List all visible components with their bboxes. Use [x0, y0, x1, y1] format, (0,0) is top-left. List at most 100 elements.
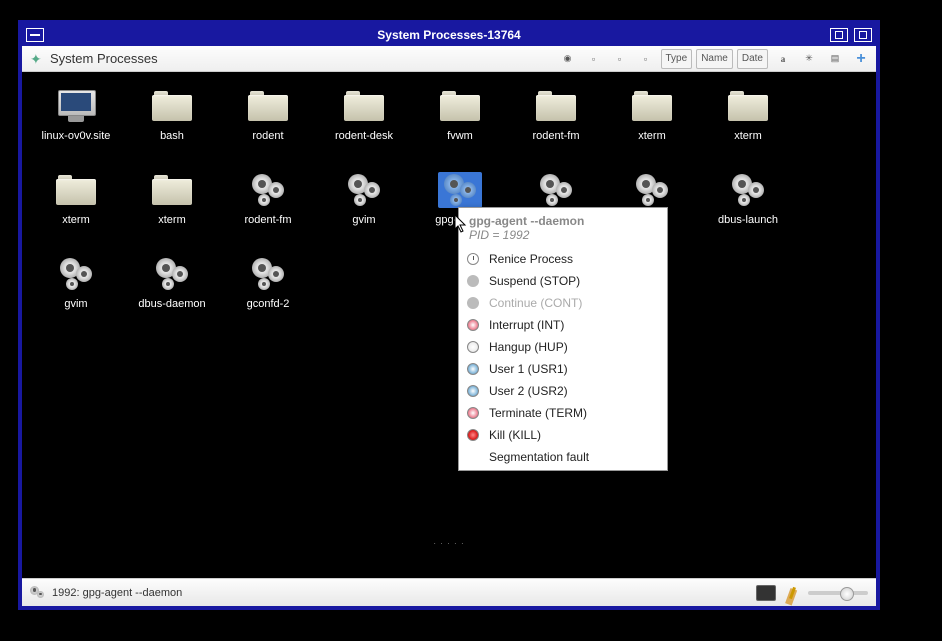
context-menu-item-label: Hangup (HUP): [489, 340, 568, 354]
process-item[interactable]: gvim: [28, 250, 124, 334]
clear-button[interactable]: [782, 585, 802, 601]
process-item[interactable]: fvwm: [412, 82, 508, 166]
sort-name-button[interactable]: Name: [696, 49, 733, 69]
context-menu-item[interactable]: Interrupt (INT): [459, 314, 667, 336]
process-item[interactable]: rodent-fm: [220, 166, 316, 250]
folder-icon: [150, 172, 194, 208]
gears-sm-icon: [467, 297, 479, 309]
context-menu-item-label: Suspend (STOP): [489, 274, 580, 288]
context-menu-item[interactable]: Renice Process: [459, 248, 667, 270]
minimize-button[interactable]: [830, 28, 848, 42]
gears-icon: [438, 172, 482, 208]
refresh-button[interactable]: ◉: [557, 49, 579, 69]
tool-button-2[interactable]: ▫: [609, 49, 631, 69]
process-item[interactable]: rodent-fm: [508, 82, 604, 166]
process-label: xterm: [158, 214, 186, 226]
context-menu-item-label: Segmentation fault: [489, 450, 589, 464]
process-label: linux-ov0v.site: [42, 130, 111, 142]
context-menu-item[interactable]: Hangup (HUP): [459, 336, 667, 358]
process-item[interactable]: gvim: [316, 166, 412, 250]
process-label: gconfd-2: [247, 298, 290, 310]
context-menu-item[interactable]: Kill (KILL): [459, 424, 667, 446]
process-label: rodent-desk: [335, 130, 393, 142]
gears-sm-icon: [467, 275, 479, 287]
process-label: fvwm: [447, 130, 473, 142]
folder-icon: [726, 88, 770, 124]
process-item[interactable]: xterm: [700, 82, 796, 166]
process-label: xterm: [734, 130, 762, 142]
context-menu-item-label: Renice Process: [489, 252, 573, 266]
clock-icon: [467, 253, 479, 265]
gears-icon: [54, 256, 98, 292]
zoom-slider[interactable]: [808, 591, 868, 595]
folder-icon: [630, 88, 674, 124]
gears-icon: [534, 172, 578, 208]
process-item[interactable]: dbus-daemon: [124, 250, 220, 334]
white-icon: [467, 341, 479, 353]
none-icon: [467, 451, 479, 463]
process-item[interactable]: dbus-launch: [700, 166, 796, 250]
terminal-button[interactable]: [756, 585, 776, 601]
gears-icon: [726, 172, 770, 208]
process-item[interactable]: bash: [124, 82, 220, 166]
tool-button-star[interactable]: ✳: [798, 49, 820, 69]
window-menu-button[interactable]: [26, 28, 44, 42]
toolbar: System Processes ◉ ▫ ▫ ▫ Type Name Date …: [22, 46, 876, 72]
context-menu-item-label: User 1 (USR1): [489, 362, 568, 376]
window-title: System Processes-13764: [377, 28, 520, 42]
tool-button-3[interactable]: ▫: [635, 49, 657, 69]
process-item[interactable]: rodent: [220, 82, 316, 166]
process-label: xterm: [638, 130, 666, 142]
context-menu: gpg-agent --daemon PID = 1992 Renice Pro…: [458, 207, 668, 471]
gears-icon: [150, 256, 194, 292]
context-menu-item[interactable]: Suspend (STOP): [459, 270, 667, 292]
location-label: System Processes: [26, 51, 162, 67]
font-button[interactable]: a: [772, 49, 794, 69]
process-label: dbus-launch: [718, 214, 778, 226]
content-area: linux-ov0v.site bash rodent rodent-desk fvwm…: [22, 72, 876, 578]
process-label: gvim: [352, 214, 375, 226]
process-label: dbus-daemon: [138, 298, 205, 310]
app-icon: [30, 51, 46, 67]
context-menu-item-label: Terminate (TERM): [489, 406, 587, 420]
process-label: xterm: [62, 214, 90, 226]
maximize-button[interactable]: [854, 28, 872, 42]
context-menu-header: gpg-agent --daemon PID = 1992: [459, 210, 667, 248]
add-button[interactable]: +: [850, 49, 872, 69]
red-icon: [467, 429, 479, 441]
folder-icon: [534, 88, 578, 124]
pink-icon: [467, 407, 479, 419]
context-menu-item[interactable]: User 1 (USR1): [459, 358, 667, 380]
process-item[interactable]: xterm: [124, 166, 220, 250]
blue-icon: [467, 385, 479, 397]
monitor-icon: [54, 88, 98, 124]
context-menu-item[interactable]: Segmentation fault: [459, 446, 667, 468]
process-item[interactable]: xterm: [604, 82, 700, 166]
tool-button-grid[interactable]: ▤: [824, 49, 846, 69]
process-label: bash: [160, 130, 184, 142]
process-label: rodent: [252, 130, 283, 142]
context-menu-item-label: User 2 (USR2): [489, 384, 568, 398]
context-menu-item[interactable]: User 2 (USR2): [459, 380, 667, 402]
status-text: 1992: gpg-agent --daemon: [52, 587, 182, 599]
context-menu-item-label: Kill (KILL): [489, 428, 541, 442]
tool-button-1[interactable]: ▫: [583, 49, 605, 69]
process-grid: linux-ov0v.site bash rodent rodent-desk fvwm…: [28, 82, 870, 334]
context-menu-item[interactable]: Terminate (TERM): [459, 402, 667, 424]
folder-icon: [438, 88, 482, 124]
folder-icon: [54, 172, 98, 208]
blue-icon: [467, 363, 479, 375]
process-item[interactable]: gconfd-2: [220, 250, 316, 334]
sort-type-button[interactable]: Type: [661, 49, 693, 69]
process-label: rodent-fm: [244, 214, 291, 226]
gears-icon: [246, 172, 290, 208]
process-item[interactable]: rodent-desk: [316, 82, 412, 166]
sort-date-button[interactable]: Date: [737, 49, 768, 69]
titlebar[interactable]: System Processes-13764: [22, 24, 876, 46]
statusbar: 1992: gpg-agent --daemon: [22, 578, 876, 606]
process-item[interactable]: xterm: [28, 166, 124, 250]
pane-drag-handle[interactable]: · · · · ·: [433, 539, 464, 548]
gears-icon: [630, 172, 674, 208]
process-item[interactable]: linux-ov0v.site: [28, 82, 124, 166]
folder-icon: [150, 88, 194, 124]
